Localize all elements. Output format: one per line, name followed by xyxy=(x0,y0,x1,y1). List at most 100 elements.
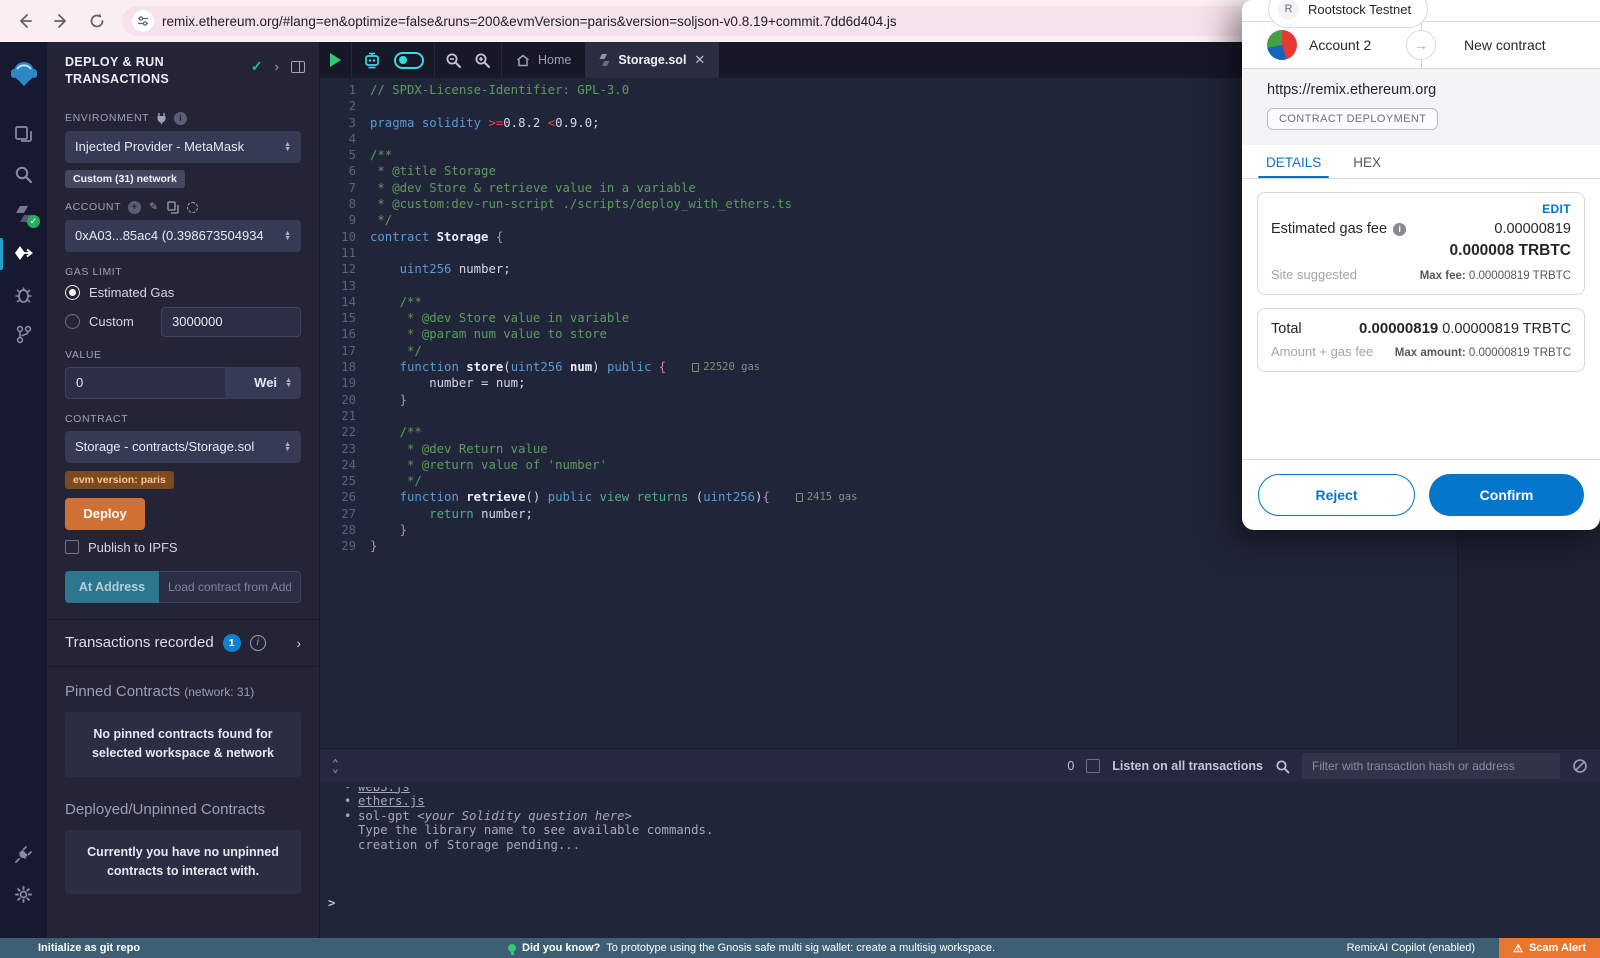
zoom-out-icon[interactable] xyxy=(445,52,462,69)
origin-url: https://remix.ethereum.org xyxy=(1267,82,1575,98)
total-card: Total 0.00000819 0.00000819 TRBTC Amount… xyxy=(1257,308,1585,372)
chevron-right-icon[interactable]: › xyxy=(296,635,301,651)
copilot-status[interactable]: RemixAI Copilot (enabled) xyxy=(1347,942,1475,954)
contract-select[interactable]: Storage - contracts/Storage.sol ▲▼ xyxy=(65,431,301,463)
network-badge: Custom (31) network xyxy=(65,170,185,188)
tab-home[interactable]: Home xyxy=(502,42,585,78)
copilot-toggle[interactable] xyxy=(394,52,424,69)
radio-icon[interactable] xyxy=(65,314,80,329)
terminal-line: Type the library name to see available c… xyxy=(344,823,1600,838)
remix-logo-icon[interactable] xyxy=(0,48,47,100)
info-icon[interactable]: i xyxy=(1393,223,1406,236)
terminal-line: •sol-gpt <your Solidity question here> xyxy=(344,809,1600,824)
reject-button[interactable]: Reject xyxy=(1258,474,1415,516)
git-icon[interactable] xyxy=(0,314,47,354)
terminal-line: creation of Storage pending... xyxy=(344,838,1600,853)
edit-account-icon[interactable]: ✎ xyxy=(149,201,158,213)
compile-success-badge: ✓ xyxy=(27,215,40,228)
add-account-icon[interactable]: + xyxy=(128,201,141,214)
line-number: 10 xyxy=(320,229,370,245)
collapse-terminal-icon[interactable]: ⌃⌃ xyxy=(332,761,339,771)
git-init-status[interactable]: Initialize as git repo xyxy=(0,942,140,954)
line-number: 9 xyxy=(320,212,370,228)
terminal-output[interactable]: > •web3.js•ethers.js•sol-gpt <your Solid… xyxy=(320,783,1600,938)
line-number: 4 xyxy=(320,131,370,147)
tab-storage-sol[interactable]: Storage.sol ✕ xyxy=(585,42,719,78)
code-line[interactable]: 29} xyxy=(320,538,1600,554)
confirm-button[interactable]: Confirm xyxy=(1429,474,1584,516)
forward-icon[interactable] xyxy=(50,10,72,32)
ai-robot-icon[interactable] xyxy=(362,51,382,69)
value-input[interactable] xyxy=(65,367,225,399)
custom-gas-input[interactable] xyxy=(161,307,301,337)
transactions-recorded-row[interactable]: Transactions recorded 1 i › xyxy=(47,620,319,666)
panel-expand-icon[interactable]: › xyxy=(275,59,279,74)
line-number: 1 xyxy=(320,82,370,98)
line-number: 13 xyxy=(320,278,370,294)
gas-icon xyxy=(692,363,699,372)
search-icon[interactable] xyxy=(0,154,47,194)
zoom-in-icon[interactable] xyxy=(474,52,491,69)
icon-rail: ✓ xyxy=(0,42,47,938)
settings-gear-icon[interactable] xyxy=(0,874,47,914)
line-number: 27 xyxy=(320,506,370,522)
clear-console-icon[interactable] xyxy=(1572,758,1588,774)
line-number: 19 xyxy=(320,375,370,391)
radio-selected-icon[interactable] xyxy=(65,285,80,300)
tab-details[interactable]: DETAILS xyxy=(1250,145,1337,178)
evm-version-badge: evm version: paris xyxy=(65,471,174,489)
tab-hex[interactable]: HEX xyxy=(1337,145,1397,178)
lightbulb-icon xyxy=(508,944,516,952)
deploy-button[interactable]: Deploy xyxy=(65,498,145,530)
copy-address-icon[interactable] xyxy=(167,201,179,214)
at-address-button[interactable]: At Address xyxy=(65,571,159,603)
line-number: 15 xyxy=(320,310,370,326)
listen-all-checkbox[interactable] xyxy=(1086,759,1100,773)
line-number: 6 xyxy=(320,163,370,179)
panel-pin-icon[interactable] xyxy=(291,61,305,73)
scam-alert-button[interactable]: ⚠ Scam Alert xyxy=(1499,938,1600,958)
line-number: 11 xyxy=(320,245,370,261)
line-number: 18 xyxy=(320,359,370,375)
publish-ipfs-row[interactable]: Publish to IPFS xyxy=(65,540,301,555)
terminal-link[interactable]: web3.js xyxy=(358,787,410,794)
back-icon[interactable] xyxy=(14,10,36,32)
transactions-info-icon[interactable]: i xyxy=(250,635,266,651)
environment-info-icon[interactable]: i xyxy=(174,112,187,125)
at-address-row: At Address xyxy=(65,571,301,603)
debugger-icon[interactable] xyxy=(0,274,47,314)
terminal-link[interactable]: ethers.js xyxy=(358,794,425,809)
arrow-right-icon: → xyxy=(1406,30,1436,60)
value-row: Wei ▲▼ xyxy=(65,367,301,399)
solidity-file-icon xyxy=(599,53,610,67)
zoom-group xyxy=(435,42,502,78)
recipient-name: New contract xyxy=(1464,37,1546,53)
account-select[interactable]: 0xA03...85ac4 (0.398673504934 ▲▼ xyxy=(65,220,301,252)
value-unit-select[interactable]: Wei ▲▼ xyxy=(225,367,301,399)
plugin-manager-icon[interactable] xyxy=(0,834,47,874)
site-settings-icon[interactable] xyxy=(132,10,154,32)
transaction-listen-count: 0 xyxy=(1067,759,1074,773)
line-number: 12 xyxy=(320,261,370,277)
custom-gas-option[interactable]: Custom xyxy=(65,307,301,337)
estimated-gas-option[interactable]: Estimated Gas xyxy=(65,285,301,300)
at-address-input[interactable] xyxy=(159,571,301,603)
line-number: 29 xyxy=(320,538,370,554)
file-explorer-icon[interactable] xyxy=(0,114,47,154)
gas-fee-value: 0.00000819 xyxy=(1494,221,1571,237)
edit-gas-link[interactable]: EDIT xyxy=(1271,202,1571,216)
run-script-icon[interactable] xyxy=(330,53,341,67)
solidity-compiler-icon[interactable]: ✓ xyxy=(0,194,47,234)
max-amount: Max amount: 0.00000819 TRBTC xyxy=(1395,347,1571,359)
reload-icon[interactable] xyxy=(86,10,108,32)
url-text: remix.ethereum.org/#lang=en&optimize=fal… xyxy=(162,14,897,29)
deploy-and-run-icon[interactable] xyxy=(0,234,47,274)
pinned-empty-message: No pinned contracts found for selected w… xyxy=(65,712,301,777)
environment-select[interactable]: Injected Provider - MetaMask ▲▼ xyxy=(65,131,301,163)
account-header: Account 2 → New contract xyxy=(1242,22,1600,69)
total-value: 0.00000819 0.00000819 TRBTC xyxy=(1359,320,1571,337)
transactions-count-badge: 1 xyxy=(223,634,241,652)
close-tab-icon[interactable]: ✕ xyxy=(694,52,705,68)
publish-ipfs-checkbox[interactable] xyxy=(65,540,79,554)
terminal-filter-input[interactable] xyxy=(1302,753,1560,779)
